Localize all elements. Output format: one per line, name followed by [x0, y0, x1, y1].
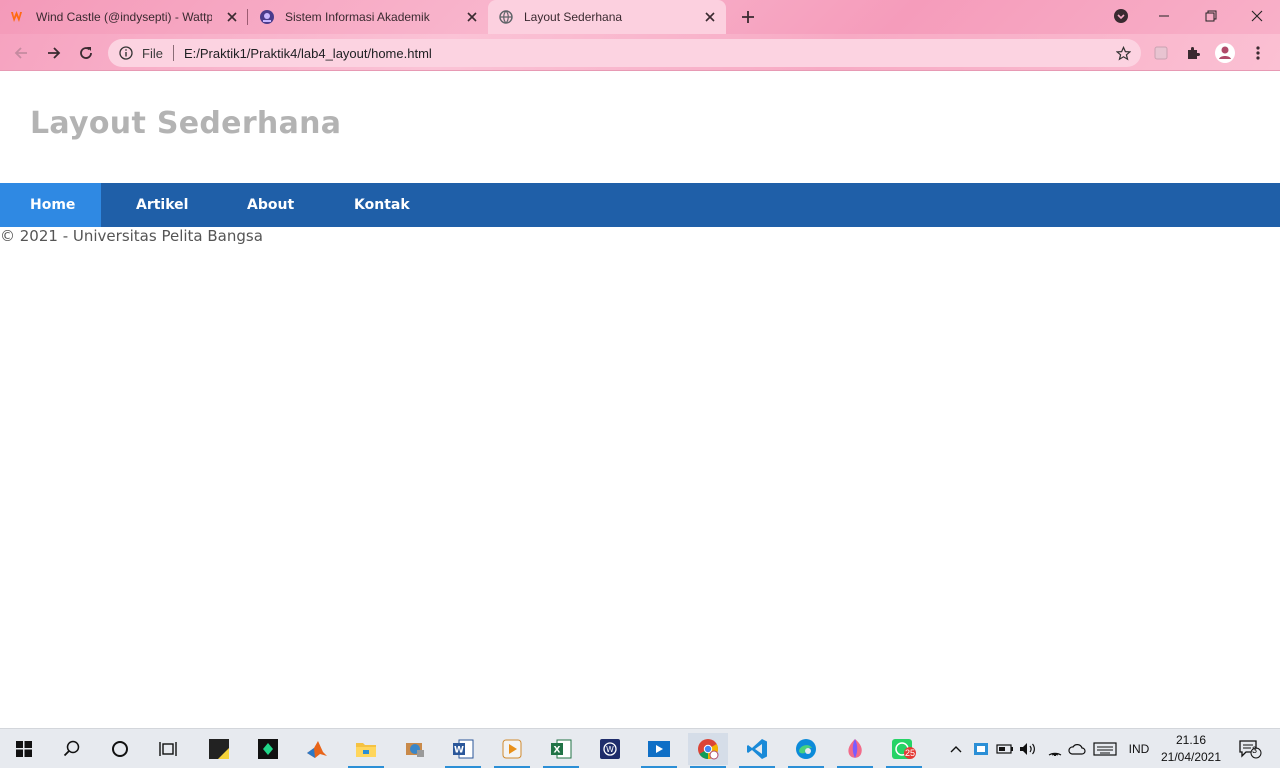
page-viewport: Layout Sederhana Home Artikel About Kont…: [0, 71, 1280, 728]
site-header: Layout Sederhana: [0, 71, 1280, 183]
wifi-icon[interactable]: [1045, 737, 1065, 761]
chevron-up-icon[interactable]: [948, 737, 964, 761]
excel-icon[interactable]: X: [541, 733, 581, 768]
tab-separator: [247, 9, 248, 25]
address-bar[interactable]: File E:/Praktik1/Praktik4/lab4_layout/ho…: [108, 39, 1141, 67]
back-button[interactable]: [10, 42, 32, 64]
tab-siakad[interactable]: Sistem Informasi Akademik: [250, 0, 486, 34]
control-panel-icon[interactable]: [394, 733, 434, 765]
nav-item-about[interactable]: About: [213, 183, 320, 227]
nav-item-home[interactable]: Home: [0, 183, 101, 227]
wps-writer-icon[interactable]: W: [590, 733, 630, 765]
sticky-notes-icon[interactable]: [199, 733, 239, 765]
clock[interactable]: 21.16 21/04/2021: [1158, 732, 1224, 766]
site-footer: © 2021 - Universitas Pelita Bangsa: [0, 227, 263, 245]
forward-button[interactable]: [43, 42, 65, 64]
info-icon[interactable]: [118, 45, 134, 61]
menu-dots-icon[interactable]: [1247, 42, 1269, 64]
reload-button[interactable]: [75, 42, 97, 64]
address-divider: [172, 45, 174, 61]
bookmark-star-icon[interactable]: [1115, 45, 1131, 61]
close-window-button[interactable]: [1243, 4, 1271, 28]
battery-icon[interactable]: [996, 737, 1014, 761]
browser-toolbar: File E:/Praktik1/Praktik4/lab4_layout/ho…: [0, 34, 1280, 71]
nav-item-kontak[interactable]: Kontak: [320, 183, 440, 227]
notification-center-icon[interactable]: 3: [1236, 737, 1264, 761]
svg-text:W: W: [454, 746, 464, 756]
windows-taskbar: W X W 25 IND 21.16 21/04/2021 3: [0, 728, 1280, 768]
volume-icon[interactable]: [1019, 737, 1037, 761]
restore-button[interactable]: [1197, 4, 1225, 28]
profile-avatar[interactable]: [1214, 42, 1236, 64]
pycharm-icon[interactable]: [248, 733, 288, 765]
notification-count: 3: [1252, 745, 1258, 755]
video-player-icon[interactable]: [639, 733, 679, 768]
paint3d-icon[interactable]: [835, 733, 875, 768]
edge-icon[interactable]: [786, 733, 826, 768]
nav-item-artikel[interactable]: Artikel: [101, 183, 213, 227]
close-icon[interactable]: [224, 9, 240, 25]
whatsapp-icon[interactable]: 25: [884, 733, 924, 768]
cloud-icon[interactable]: [1067, 737, 1087, 761]
close-icon[interactable]: [702, 9, 718, 25]
vscode-icon[interactable]: [737, 733, 777, 768]
cortana-icon[interactable]: [100, 733, 140, 765]
url-text[interactable]: E:/Praktik1/Praktik4/lab4_layout/home.ht…: [184, 46, 432, 61]
task-view-icon[interactable]: [148, 733, 188, 765]
svg-text:W: W: [606, 745, 614, 754]
tab-title: Layout Sederhana: [524, 10, 623, 24]
close-icon[interactable]: [464, 9, 480, 25]
language-indicator[interactable]: IND: [1124, 737, 1154, 761]
academic-site-icon: [259, 9, 275, 25]
keyboard-icon[interactable]: [1092, 737, 1118, 761]
tab-wattpad[interactable]: Wind Castle (@indysepti) - Wattp: [10, 0, 246, 34]
chrome-icon[interactable]: [688, 733, 728, 768]
tab-title: Wind Castle (@indysepti) - Wattp: [36, 10, 212, 24]
clock-date: 21/04/2021: [1160, 750, 1222, 764]
word-icon[interactable]: W: [443, 733, 483, 768]
extensions-puzzle-icon[interactable]: [1182, 42, 1204, 64]
minimize-button[interactable]: [1150, 4, 1178, 28]
search-icon[interactable]: [52, 733, 92, 765]
new-tab-button[interactable]: [738, 7, 758, 27]
matlab-icon[interactable]: [297, 733, 337, 765]
svg-text:X: X: [554, 746, 561, 756]
page-title: Layout Sederhana: [30, 106, 342, 141]
onedrive-sync-icon[interactable]: [972, 737, 990, 761]
media-player-icon[interactable]: [492, 733, 532, 768]
browser-tabstrip: Wind Castle (@indysepti) - Wattp Sistem …: [0, 0, 1280, 34]
tab-search-icon[interactable]: [1107, 4, 1135, 28]
tab-title: Sistem Informasi Akademik: [285, 10, 430, 24]
clock-time: 21.16: [1175, 733, 1207, 747]
wattpad-icon: [10, 9, 26, 25]
globe-icon: [498, 9, 514, 25]
whatsapp-badge: 25: [905, 748, 916, 758]
main-nav: Home Artikel About Kontak: [0, 183, 1280, 227]
windows-start-icon[interactable]: [4, 733, 44, 765]
scheme-label: File: [142, 45, 163, 61]
tab-layout-sederhana[interactable]: Layout Sederhana: [488, 0, 726, 34]
extension-icon[interactable]: [1150, 42, 1172, 64]
file-explorer-icon[interactable]: [346, 733, 386, 768]
